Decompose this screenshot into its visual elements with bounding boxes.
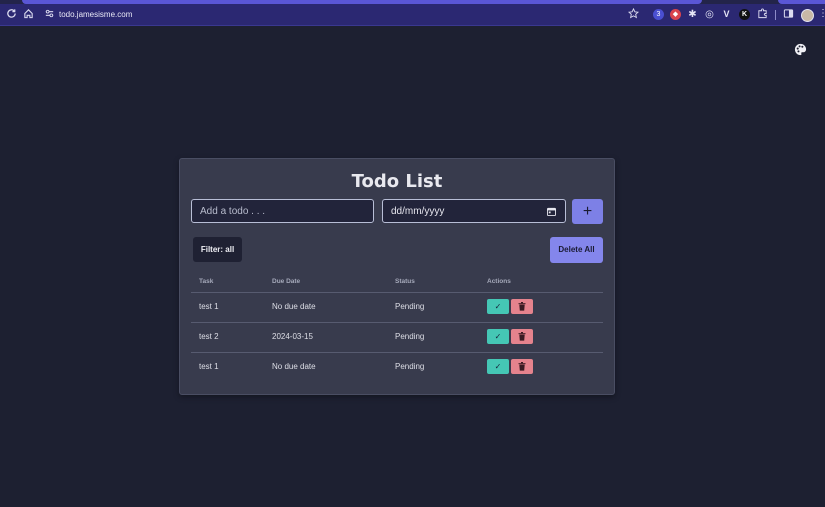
home-icon[interactable] (22, 8, 35, 21)
todo-input[interactable] (191, 199, 374, 223)
due-date-cell: No due date (272, 302, 316, 311)
palette-icon[interactable] (794, 43, 807, 56)
toolbar-separator (775, 10, 776, 20)
profile-avatar[interactable] (801, 9, 814, 22)
due-date-cell: 2024-03-15 (272, 332, 313, 341)
delete-button[interactable] (511, 359, 533, 374)
task-cell: test 1 (199, 362, 219, 371)
address-bar[interactable]: todo.jamesisme.com (59, 9, 132, 20)
browser-toolbar: todo.jamesisme.com 3 ◆ ✱ ◎ V K ⋮ (0, 4, 825, 26)
delete-button[interactable] (511, 299, 533, 314)
table-row: test 1 No due date Pending ✓ (191, 292, 603, 322)
add-todo-button[interactable]: + (572, 199, 603, 224)
ext-shield-icon[interactable]: ◆ (670, 9, 681, 20)
sidebar-icon[interactable] (782, 8, 795, 21)
column-header-due-date: Due Date (272, 278, 301, 285)
kebab-menu-icon[interactable]: ⋮ (818, 8, 825, 20)
complete-button[interactable]: ✓ (487, 329, 509, 344)
due-date-cell: No due date (272, 362, 316, 371)
site-settings-icon[interactable] (43, 8, 56, 21)
status-cell: Pending (395, 362, 425, 371)
check-icon: ✓ (494, 362, 502, 371)
trash-icon (518, 332, 526, 341)
due-date-input[interactable]: dd/mm/yyyy (382, 199, 566, 223)
status-cell: Pending (395, 302, 425, 311)
puzzle-icon[interactable] (756, 8, 769, 21)
ext-circle-icon[interactable]: ◎ (704, 9, 715, 20)
delete-button[interactable] (511, 329, 533, 344)
date-placeholder: dd/mm/yyyy (391, 206, 445, 217)
filter-button[interactable]: Filter: all (193, 237, 242, 262)
reload-icon[interactable] (5, 8, 18, 21)
trash-icon (518, 362, 526, 371)
trash-icon (518, 302, 526, 311)
ext-badge-icon[interactable]: 3 (653, 9, 664, 20)
check-icon: ✓ (494, 332, 502, 341)
ext-k-icon[interactable]: K (739, 9, 750, 20)
star-icon[interactable] (627, 7, 640, 21)
column-header-task: Task (199, 278, 214, 285)
ext-v-icon[interactable]: V (721, 9, 732, 20)
complete-button[interactable]: ✓ (487, 299, 509, 314)
table-row: test 2 2024-03-15 Pending ✓ (191, 322, 603, 352)
status-cell: Pending (395, 332, 425, 341)
check-icon: ✓ (494, 302, 502, 311)
complete-button[interactable]: ✓ (487, 359, 509, 374)
todo-card: Todo List dd/mm/yyyy + Filter: all Delet… (179, 158, 615, 395)
table-row: test 1 No due date Pending ✓ (191, 352, 603, 382)
task-cell: test 2 (199, 332, 219, 341)
delete-all-button[interactable]: Delete All (550, 237, 603, 263)
page-title: Todo List (351, 171, 443, 192)
column-header-status: Status (395, 278, 415, 285)
task-cell: test 1 (199, 302, 219, 311)
calendar-icon[interactable] (547, 207, 556, 216)
column-header-actions: Actions (487, 278, 511, 285)
ext-sparkle-icon[interactable]: ✱ (687, 9, 698, 20)
